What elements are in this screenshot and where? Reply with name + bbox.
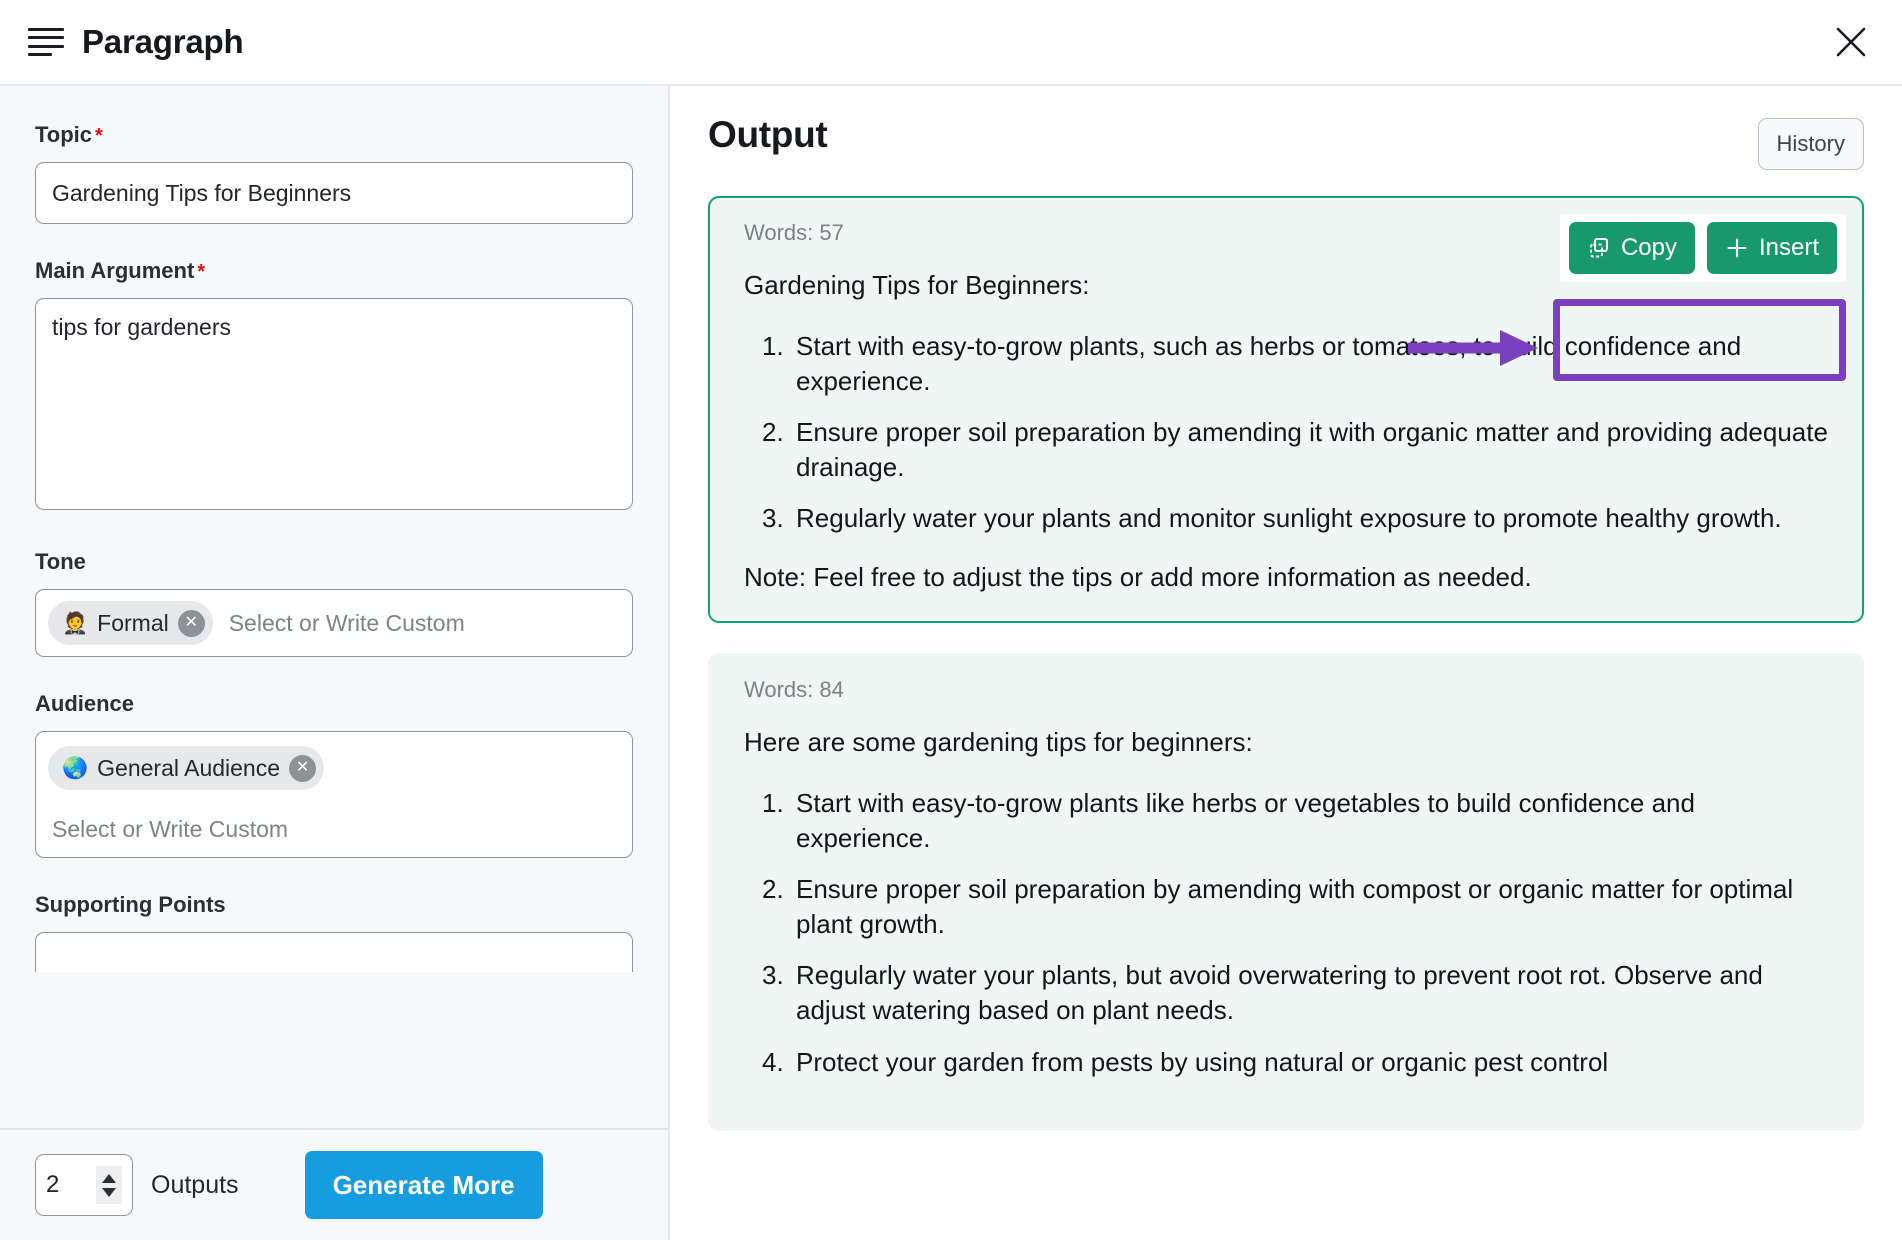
output-card-1[interactable]: Words: 57 Gardening Tips for Beginners: … <box>708 196 1864 624</box>
audience-chip-general[interactable]: 🌏 General Audience ✕ <box>48 746 325 790</box>
copy-icon <box>1587 236 1611 260</box>
supporting-points-input[interactable] <box>35 932 633 972</box>
word-count-2: Words: 84 <box>744 677 844 703</box>
supporting-points-field: Supporting Points <box>35 892 633 972</box>
required-asterisk: * <box>95 125 103 147</box>
main-argument-label: Main Argument * <box>35 258 633 284</box>
tone-chip-formal[interactable]: 🤵 Formal ✕ <box>48 601 213 645</box>
output-list-2: Start with easy-to-grow plants like herb… <box>744 786 1832 1079</box>
main-argument-field: Main Argument * <box>35 258 633 515</box>
modal-header: Paragraph <box>0 0 1902 86</box>
tone-placeholder: Select or Write Custom <box>228 609 465 636</box>
tone-label: Tone <box>35 549 86 574</box>
remove-audience-chip-icon[interactable]: ✕ <box>289 754 317 782</box>
business-person-icon: 🤵 <box>62 611 89 635</box>
topic-label-text: Topic <box>35 122 93 147</box>
main-argument-textarea[interactable] <box>35 298 633 510</box>
output-list-item: Regularly water your plants, but avoid o… <box>762 958 1763 1026</box>
topic-field: Topic * <box>35 122 633 224</box>
output-panel: Output History Words: 57 Gardening Tips … <box>670 86 1902 1240</box>
insert-label: Insert <box>1758 234 1819 261</box>
output-list-item: Ensure proper soil preparation by amendi… <box>762 872 1794 939</box>
paragraph-generator-modal: Paragraph Topic* Main Arg <box>0 0 1902 1240</box>
output-list-1: Start with easy-to-grow plants, such as … <box>744 329 1832 536</box>
output-card-2[interactable]: Words: 84 Here are some gardening tips f… <box>708 653 1864 1132</box>
outputs-count-value: 2 <box>46 1171 60 1198</box>
output-actions-1: Copy Insert <box>1559 214 1846 282</box>
form-sidebar: Topic* Main Argument* Tone 🤵 For <box>0 86 670 1240</box>
supporting-points-label: Supporting Points <box>35 892 226 917</box>
output-header: Output History <box>708 114 1864 170</box>
copy-label: Copy <box>1620 234 1677 261</box>
tone-chip-label: Formal <box>97 609 169 636</box>
globe-icon: 🌏 <box>62 756 89 780</box>
tone-field: Tone 🤵 Formal ✕ Select or Write Custom <box>35 549 633 657</box>
history-button[interactable]: History <box>1757 118 1864 170</box>
output-list-item: Start with easy-to-grow plants like herb… <box>762 786 1695 853</box>
output-list-item: Protect your garden from pests by using … <box>762 1045 1609 1079</box>
close-button[interactable] <box>1828 19 1874 65</box>
generate-more-button[interactable]: Generate More <box>304 1151 543 1219</box>
close-icon <box>1834 25 1868 59</box>
audience-field: Audience 🌏 General Audience ✕ Select or … <box>35 691 633 858</box>
output-list-item: Regularly water your plants and monitor … <box>762 501 1782 535</box>
paragraph-lines-icon <box>28 28 64 56</box>
outputs-count-stepper[interactable]: 2 <box>35 1154 133 1216</box>
outputs-label: Outputs <box>151 1170 239 1199</box>
output-list-item: Start with easy-to-grow plants, such as … <box>762 329 1742 396</box>
copy-button[interactable]: Copy <box>1568 222 1695 274</box>
output-lead-2: Here are some gardening tips for beginne… <box>744 727 1253 758</box>
audience-placeholder: Select or Write Custom <box>52 816 289 842</box>
audience-label: Audience <box>35 691 135 716</box>
page-title: Paragraph <box>82 23 244 60</box>
output-title: Output <box>708 114 828 155</box>
topic-input[interactable] <box>35 162 633 224</box>
topic-label: Topic * <box>35 122 633 148</box>
audience-chip-label: General Audience <box>97 754 281 781</box>
form-footer: 2 Outputs Generate More <box>0 1128 668 1240</box>
insert-button[interactable]: Insert <box>1706 222 1837 274</box>
tone-select[interactable]: 🤵 Formal ✕ Select or Write Custom <box>35 589 633 657</box>
remove-tone-chip-icon[interactable]: ✕ <box>177 609 205 637</box>
plus-icon <box>1725 236 1749 260</box>
main-argument-label-text: Main Argument <box>35 258 195 283</box>
modal-body: Topic* Main Argument* Tone 🤵 For <box>0 86 1902 1240</box>
required-asterisk: * <box>197 261 206 283</box>
audience-select[interactable]: 🌏 General Audience ✕ Select or Write Cus… <box>35 731 633 858</box>
stepper-down-icon[interactable] <box>102 1187 116 1197</box>
output-list-item: Ensure proper soil preparation by amendi… <box>762 415 1828 482</box>
form-scroll-area[interactable]: Topic* Main Argument* Tone 🤵 For <box>0 86 668 1128</box>
stepper-up-icon[interactable] <box>102 1173 116 1183</box>
output-note-1: Note: Feel free to adjust the tips or ad… <box>744 561 1532 592</box>
stepper-arrows[interactable] <box>96 1166 122 1204</box>
